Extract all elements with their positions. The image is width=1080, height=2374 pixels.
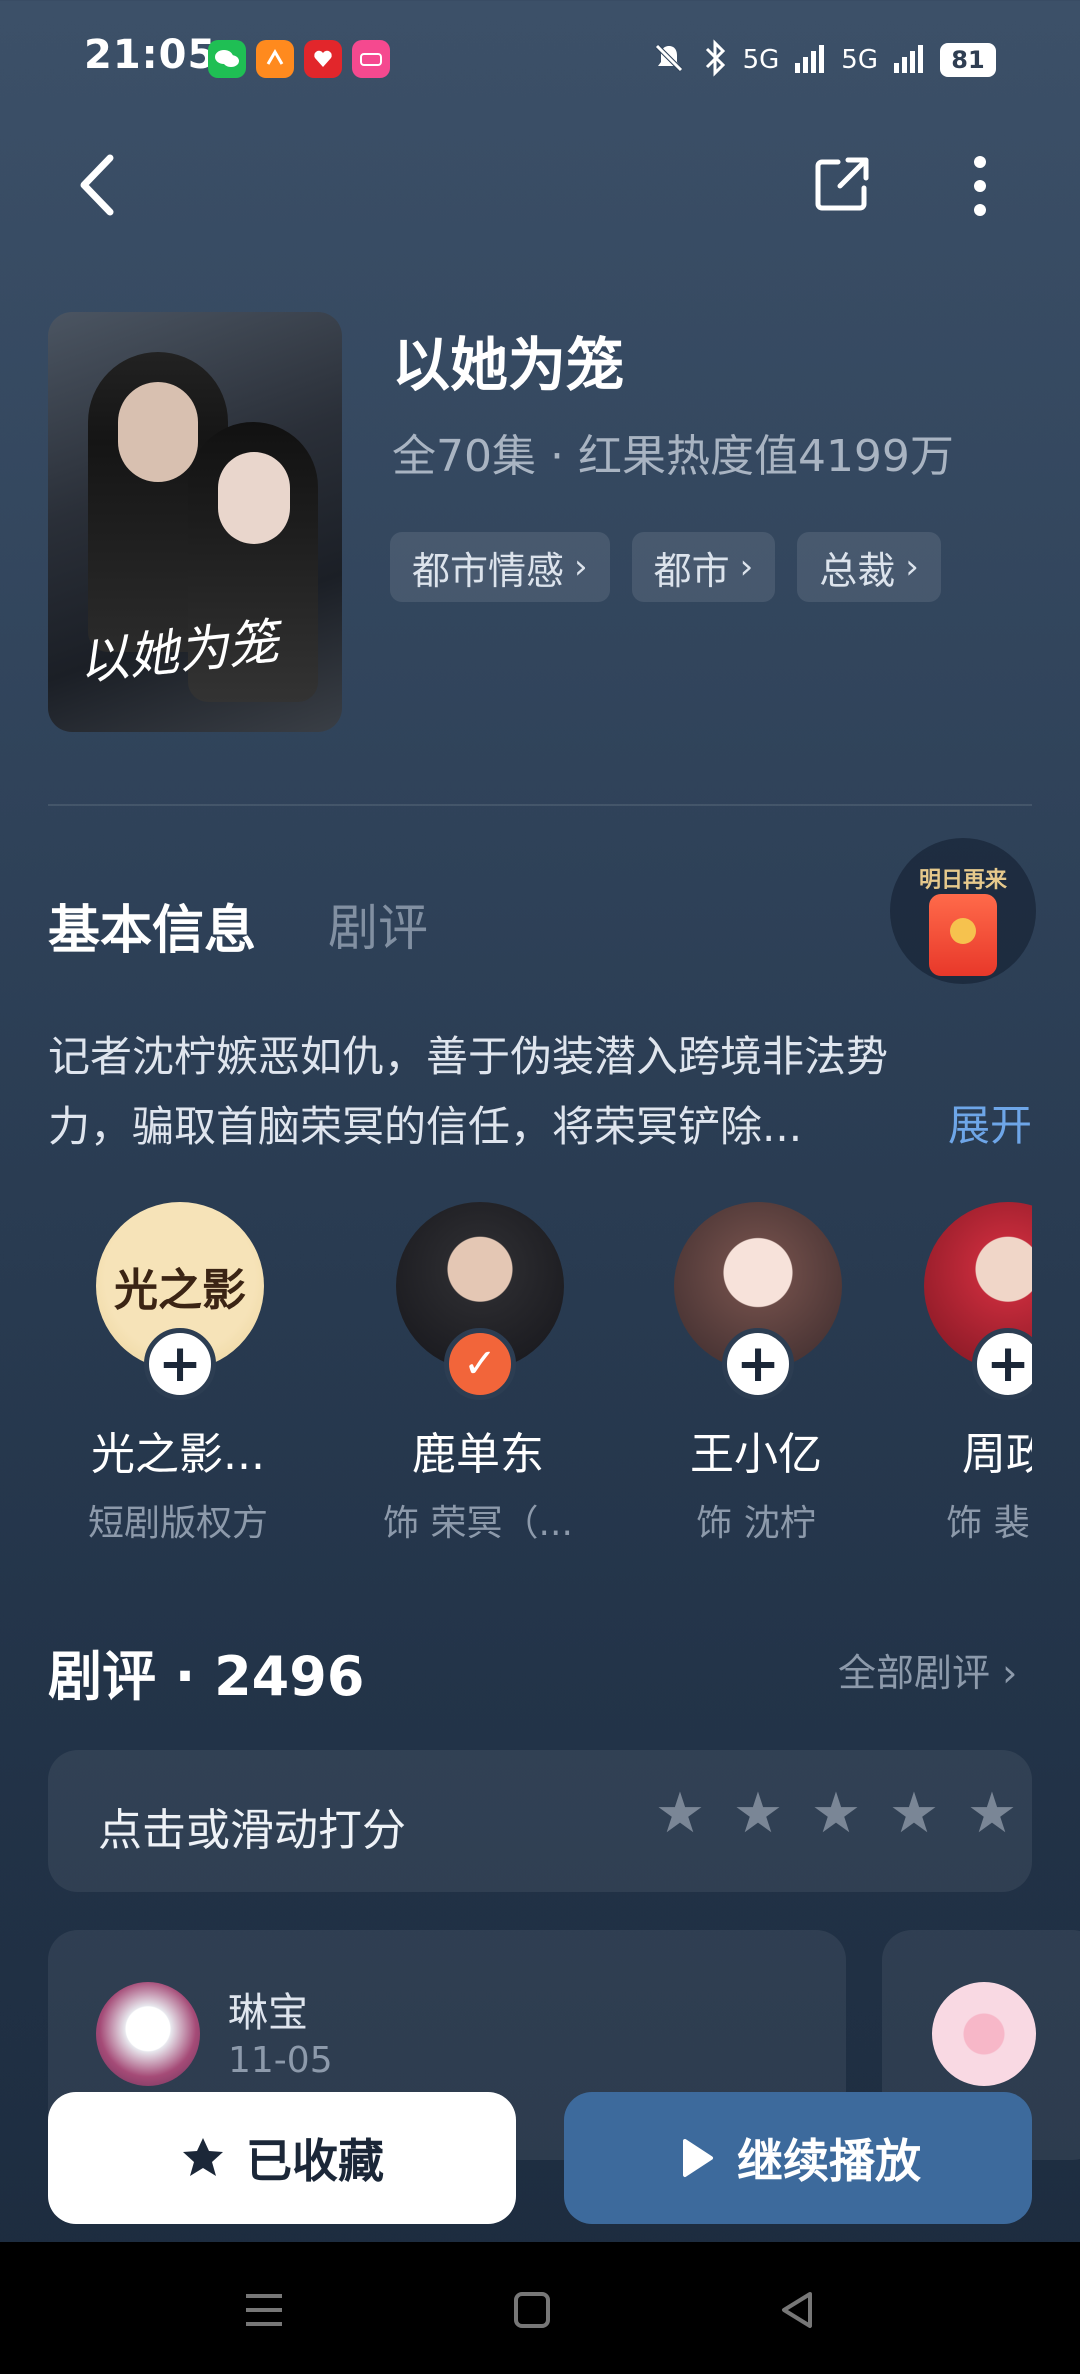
review-user: 琳宝 <box>228 1990 308 2036</box>
signal-1-icon <box>793 41 827 79</box>
chevron-right-icon: › <box>574 547 588 587</box>
follow-button[interactable]: + <box>972 1328 1032 1400</box>
reviews-title: 剧评 · 2496 <box>48 1645 365 1708</box>
divider <box>48 804 1032 806</box>
star-icon[interactable]: ★ <box>964 1786 1020 1842</box>
cast-role: 饰 荣冥（... <box>383 1503 573 1544</box>
more-vertical-icon <box>974 156 986 216</box>
status-bar: 21:05 5G 5G 81 <box>0 0 1080 120</box>
review-date: 11-05 <box>228 2040 333 2081</box>
status-time: 21:05 <box>84 32 217 78</box>
drama-title: 以她为笼 <box>392 331 625 399</box>
star-icon[interactable]: ★ <box>652 1786 708 1842</box>
chevron-right-icon: › <box>905 547 919 587</box>
drama-meta: 全70集 · 红果热度值4199万 <box>392 431 954 482</box>
home-icon[interactable] <box>504 2282 560 2338</box>
followed-button[interactable]: ✓ <box>444 1328 516 1400</box>
back-triangle-icon[interactable] <box>770 2282 826 2338</box>
share-button[interactable] <box>810 152 874 216</box>
cast-name: 王小亿 <box>690 1429 822 1480</box>
cast-name: 鹿单东 <box>412 1429 544 1480</box>
tag-urban[interactable]: 都市 › <box>631 532 776 602</box>
drama-poster[interactable]: 以她为笼 <box>48 312 342 732</box>
tag-ceo[interactable]: 总裁 › <box>797 532 941 602</box>
studio-logo: 光之影 <box>114 1265 246 1316</box>
tag-list: 都市情感 › 都市 › 总裁 › <box>390 532 941 602</box>
play-icon <box>683 2139 713 2177</box>
menu-icon[interactable] <box>236 2282 292 2338</box>
battery-indicator: 81 <box>940 43 996 77</box>
tag-urban-romance[interactable]: 都市情感 › <box>390 532 610 602</box>
cast-name: 光之影... <box>91 1429 265 1480</box>
cast-role: 饰 裴明 <box>946 1503 1032 1544</box>
all-reviews-link[interactable]: 全部剧评 › <box>838 1642 1017 1697</box>
cast-role: 饰 沈柠 <box>696 1503 816 1544</box>
app-pink-icon <box>352 40 390 78</box>
play-label: 继续播放 <box>737 2134 921 2188</box>
chevron-right-icon: › <box>739 547 754 587</box>
rating-bar[interactable]: 点击或滑动打分 ★ ★ ★ ★ ★ <box>48 1750 1032 1892</box>
rating-stars[interactable]: ★ ★ ★ ★ ★ <box>652 1786 1020 1842</box>
cast-name: 周政 <box>962 1429 1032 1480</box>
back-button[interactable] <box>70 150 130 220</box>
star-icon[interactable]: ★ <box>808 1786 864 1842</box>
expand-link[interactable]: 展开 <box>948 1092 1032 1153</box>
all-reviews-label: 全部剧评 <box>838 1651 991 1695</box>
tag-label: 总裁 <box>819 548 896 593</box>
red-packet-button[interactable]: 明日再来 <box>890 838 1036 984</box>
rating-prompt: 点击或滑动打分 <box>98 1805 406 1856</box>
avatar <box>932 1982 1036 2086</box>
favorite-button[interactable]: 已收藏 <box>48 2092 516 2224</box>
app-orange-icon <box>256 40 294 78</box>
red-packet-label: 明日再来 <box>918 868 1007 893</box>
cast-list: 光之影 + 光之影... 短剧版权方 ✓ 鹿单东 饰 荣冥（... + 王小亿 … <box>48 1198 1032 1558</box>
signal-2-label: 5G <box>841 45 878 75</box>
star-icon <box>183 2138 223 2176</box>
mute-icon <box>651 40 687 80</box>
signal-1-label: 5G <box>742 45 780 75</box>
bluetooth-icon <box>701 39 729 81</box>
tag-label: 都市情感 <box>412 548 565 593</box>
chevron-right-icon: › <box>990 1651 1018 1695</box>
wechat-icon <box>208 40 246 78</box>
follow-button[interactable]: + <box>144 1328 216 1400</box>
tag-label: 都市 <box>653 548 730 593</box>
status-indicators: 5G 5G 81 <box>651 36 996 84</box>
star-icon[interactable]: ★ <box>886 1786 942 1842</box>
chevron-left-icon <box>80 154 114 216</box>
share-icon <box>815 157 869 211</box>
continue-play-button[interactable]: 继续播放 <box>564 2092 1032 2224</box>
tab-basic-info[interactable]: 基本信息 <box>48 888 256 963</box>
signal-2-icon <box>892 41 926 79</box>
cast-role: 短剧版权方 <box>87 1503 268 1544</box>
tab-reviews[interactable]: 剧评 <box>328 888 428 960</box>
system-nav-bar <box>0 2242 1080 2374</box>
star-icon[interactable]: ★ <box>730 1786 786 1842</box>
synopsis-text: 记者沈柠嫉恶如仇，善于伪装潜入跨境非法势力，骗取首脑荣冥的信任，将荣冥铲除... <box>48 1032 889 1151</box>
follow-button[interactable]: + <box>722 1328 794 1400</box>
app-red-icon <box>304 40 342 78</box>
favorite-label: 已收藏 <box>246 2134 384 2188</box>
more-button[interactable] <box>960 150 1000 222</box>
avatar <box>96 1982 200 2086</box>
